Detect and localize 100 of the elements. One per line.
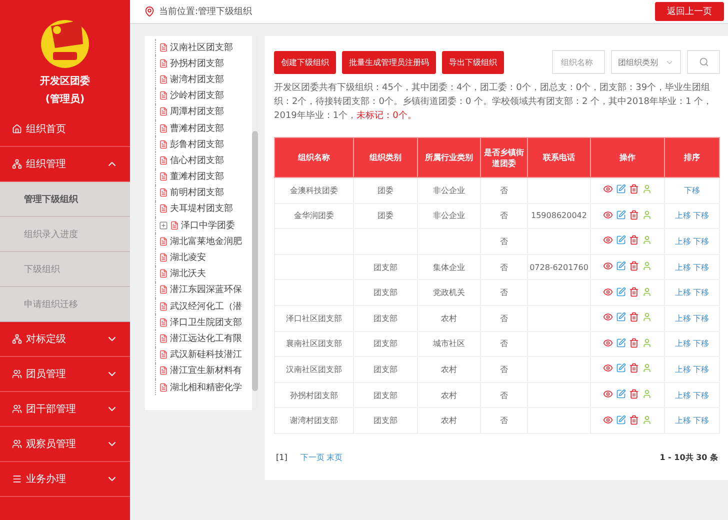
sort-link[interactable]: 下移 — [693, 211, 709, 220]
tree-node[interactable]: 湖北相和精密化学 — [170, 380, 242, 394]
edit-icon[interactable] — [616, 414, 626, 425]
edit-icon[interactable] — [616, 261, 626, 272]
tree-node[interactable]: 夫耳堤村团支部 — [170, 202, 233, 216]
user-icon[interactable] — [642, 286, 652, 297]
user-icon[interactable] — [642, 312, 652, 322]
delete-icon[interactable] — [629, 338, 639, 348]
tree-node[interactable]: 前明村团支部 — [170, 186, 224, 200]
sort-link[interactable]: 上移 — [675, 390, 691, 400]
view-icon[interactable] — [603, 338, 613, 348]
edit-icon[interactable] — [616, 389, 626, 400]
view-icon[interactable] — [603, 312, 613, 322]
view-icon[interactable] — [603, 210, 613, 220]
tree-node[interactable]: 潜江远达化工有限 — [170, 332, 242, 345]
tree-node[interactable]: 泽口中学团委 — [181, 218, 235, 232]
action-button[interactable]: 批量生成管理员注册码 — [342, 50, 436, 74]
action-button[interactable]: 导出下级组织 — [442, 50, 504, 74]
nav-item[interactable]: 团干部管理 — [0, 392, 130, 427]
delete-icon[interactable] — [629, 363, 639, 374]
sort-link[interactable]: 下移 — [693, 314, 709, 323]
view-icon[interactable] — [603, 235, 613, 246]
tree-node[interactable]: 谢湾村团支部 — [170, 72, 224, 86]
user-icon[interactable] — [642, 414, 652, 425]
sort-link[interactable]: 下移 — [684, 186, 700, 195]
tree-node[interactable]: 周潭村团支部 — [170, 105, 224, 118]
search-button[interactable] — [687, 50, 720, 74]
sort-link[interactable]: 下移 — [693, 236, 709, 246]
tree-node[interactable]: 武汉新硅科技潜江 — [170, 348, 242, 362]
user-icon[interactable] — [642, 363, 652, 374]
tree-node[interactable]: 武汉经河化工（潜 — [170, 300, 242, 313]
sort-link[interactable]: 上移 — [675, 416, 691, 426]
submenu-item[interactable]: 管理下级组织 — [0, 182, 130, 217]
sort-link[interactable]: 下移 — [693, 390, 709, 400]
tree-node[interactable]: 泽口卫生院团支部 — [170, 316, 242, 329]
user-icon[interactable] — [642, 389, 652, 400]
nav-item[interactable]: 对标定级 — [0, 322, 130, 357]
user-icon[interactable] — [642, 338, 652, 348]
page-link[interactable]: 下一页 — [300, 452, 324, 463]
user-icon[interactable] — [642, 235, 652, 246]
delete-icon[interactable] — [629, 261, 639, 272]
user-icon[interactable] — [642, 261, 652, 272]
tree-node[interactable]: 沙岭村团支部 — [170, 89, 224, 102]
back-button[interactable]: 返回上一页 — [655, 2, 724, 21]
name-search-field[interactable]: 组织名称 — [552, 50, 605, 74]
tree-node[interactable]: 汉南社区团支部 — [170, 40, 233, 54]
tree-node[interactable]: 湖北富莱地金润肥 — [170, 234, 242, 248]
edit-icon[interactable] — [616, 312, 626, 322]
nav-item[interactable]: 组织首页 — [0, 112, 130, 147]
user-icon[interactable] — [642, 210, 652, 220]
sort-link[interactable]: 上移 — [675, 339, 691, 348]
sort-link[interactable]: 上移 — [675, 364, 691, 374]
submenu-item[interactable]: 申请组织迁移 — [0, 287, 130, 322]
edit-icon[interactable] — [616, 338, 626, 348]
tree-node[interactable]: 孙拐村团支部 — [170, 56, 224, 70]
nav-item[interactable]: 业务办理 — [0, 462, 130, 497]
view-icon[interactable] — [603, 184, 613, 194]
type-select[interactable]: 团组织类别 — [611, 50, 681, 74]
tree-node[interactable]: 潜江东园深蓝环保 — [170, 283, 242, 296]
expand-icon[interactable] — [159, 220, 168, 230]
sort-link[interactable]: 下移 — [693, 416, 709, 426]
page-link[interactable]: 末页 — [326, 452, 342, 463]
scrollbar-thumb[interactable] — [252, 131, 258, 391]
user-icon[interactable] — [642, 184, 652, 194]
tree-node[interactable]: 湖北沃夫 — [170, 267, 206, 280]
edit-icon[interactable] — [616, 363, 626, 374]
tree-node[interactable]: 曹滩村团支部 — [170, 122, 224, 135]
edit-icon[interactable] — [616, 184, 626, 194]
tree-node[interactable]: 信心村团支部 — [170, 154, 224, 167]
sort-link[interactable]: 下移 — [693, 339, 709, 348]
delete-icon[interactable] — [629, 210, 639, 220]
delete-icon[interactable] — [629, 389, 639, 400]
view-icon[interactable] — [603, 363, 613, 374]
delete-icon[interactable] — [629, 312, 639, 322]
view-icon[interactable] — [603, 389, 613, 400]
delete-icon[interactable] — [629, 235, 639, 246]
edit-icon[interactable] — [616, 210, 626, 220]
edit-icon[interactable] — [616, 286, 626, 297]
tree-node[interactable]: 彭鲁村团支部 — [170, 138, 224, 151]
delete-icon[interactable] — [629, 184, 639, 194]
tree-node[interactable]: 董滩村团支部 — [170, 170, 224, 184]
nav-item[interactable]: 观察员管理 — [0, 427, 130, 462]
nav-item[interactable]: 团员管理 — [0, 357, 130, 392]
sort-link[interactable]: 下移 — [693, 288, 709, 298]
delete-icon[interactable] — [629, 414, 639, 425]
sort-link[interactable]: 上移 — [675, 314, 691, 323]
sort-link[interactable]: 上移 — [675, 288, 691, 298]
submenu-item[interactable]: 下级组织 — [0, 252, 130, 287]
delete-icon[interactable] — [629, 286, 639, 297]
view-icon[interactable] — [603, 286, 613, 297]
sort-link[interactable]: 上移 — [675, 262, 691, 272]
view-icon[interactable] — [603, 414, 613, 425]
edit-icon[interactable] — [616, 235, 626, 246]
sort-link[interactable]: 上移 — [675, 211, 691, 220]
sort-link[interactable]: 上移 — [675, 236, 691, 246]
tree-node[interactable]: 潜江宜生新材料有 — [170, 364, 242, 378]
view-icon[interactable] — [603, 261, 613, 272]
sort-link[interactable]: 下移 — [693, 262, 709, 272]
submenu-item[interactable]: 组织录入进度 — [0, 217, 130, 252]
tree-node[interactable]: 湖北凌安 — [170, 251, 206, 264]
